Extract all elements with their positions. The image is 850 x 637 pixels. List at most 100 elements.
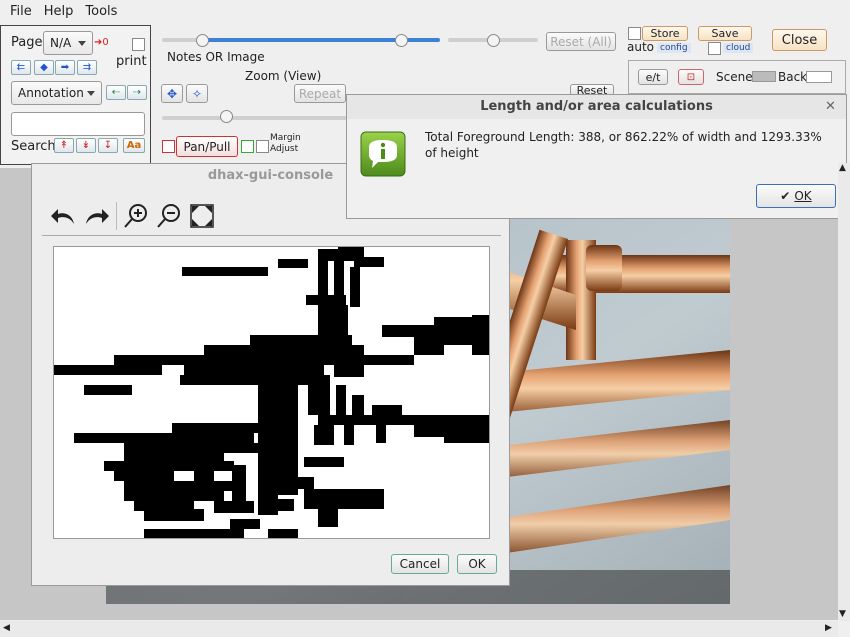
match-case-button[interactable]: Aa xyxy=(123,138,145,153)
redo-icon[interactable] xyxy=(82,204,110,230)
console-cancel-label: Cancel xyxy=(399,557,441,571)
double-right-arrow-icon: ⇉ xyxy=(82,62,92,73)
config-badge[interactable]: config xyxy=(657,43,691,53)
page-select[interactable]: N/A xyxy=(43,31,93,55)
adjust-label: Adjust xyxy=(270,144,299,154)
page-goto-indicator: ➜0 xyxy=(94,37,109,48)
undo-icon[interactable] xyxy=(50,204,78,230)
repeat-button[interactable]: Repeat xyxy=(294,84,346,103)
frame-button[interactable]: ⊡ xyxy=(678,69,704,85)
notes-or-image-label: Notes OR Image xyxy=(167,50,265,64)
next-page-button[interactable]: ➡ xyxy=(55,60,75,75)
right-arrow-icon: ➡ xyxy=(60,62,70,73)
console-cancel-button[interactable]: Cancel xyxy=(391,554,449,574)
close-icon[interactable]: ✕ xyxy=(825,99,836,114)
first-page-button[interactable]: ⇇ xyxy=(11,60,31,75)
scroll-left-icon[interactable]: ◀ xyxy=(3,623,10,633)
auto-label: auto xyxy=(627,40,655,54)
reset-all-button[interactable]: Reset (All) xyxy=(546,32,616,51)
et-button[interactable]: e/t xyxy=(638,69,668,85)
search-down-button[interactable]: ↡ xyxy=(76,138,96,153)
arrow-bottom-icon: ↧ xyxy=(103,140,113,151)
scroll-down-icon[interactable]: ▼ xyxy=(839,609,846,619)
close-button[interactable]: Close xyxy=(772,29,827,51)
length-ok-label: OK xyxy=(794,189,812,203)
search-input[interactable] xyxy=(11,112,145,136)
left-arrow-icon: ◆ xyxy=(40,62,48,73)
save-label: Save xyxy=(711,27,739,40)
cloud-badge[interactable]: cloud xyxy=(723,43,754,53)
notes-slider-handle-left[interactable] xyxy=(196,34,209,47)
horizontal-scrollbar[interactable]: ◀ ▶ xyxy=(0,621,838,637)
save-button[interactable]: Save xyxy=(698,26,752,41)
store-button[interactable]: Store xyxy=(642,26,688,41)
arrow-up-icon: ↟ xyxy=(59,140,69,151)
info-icon xyxy=(360,131,406,177)
pan-pull-checkbox[interactable] xyxy=(162,140,175,153)
margin-checkbox-a[interactable] xyxy=(241,140,254,153)
select-tool-button[interactable]: ✧ xyxy=(186,84,208,103)
arrow-left-icon: ⇠ xyxy=(111,87,121,98)
pan-pull-button[interactable]: Pan/Pull xyxy=(176,136,238,157)
length-dialog-message: Total Foreground Length: 388, or 862.22%… xyxy=(425,130,822,160)
search-up-button[interactable]: ↟ xyxy=(54,138,74,153)
double-left-arrow-icon: ⇇ xyxy=(16,62,26,73)
pan-pull-label: Pan/Pull xyxy=(183,139,231,154)
arrow-down-icon: ↡ xyxy=(81,140,91,151)
store-label: Store xyxy=(650,27,680,40)
back-swatch[interactable] xyxy=(806,71,832,83)
expand-button[interactable]: ⇢ xyxy=(127,85,147,100)
chevron-down-icon xyxy=(87,90,95,96)
menu-help[interactable]: Help xyxy=(44,4,74,19)
scroll-right-icon[interactable]: ▶ xyxy=(825,623,832,633)
repeat-label: Repeat xyxy=(298,86,342,101)
scene-swatch[interactable] xyxy=(752,71,776,82)
match-case-label: Aa xyxy=(126,140,142,151)
console-toolbar xyxy=(46,200,226,234)
back-label: Back xyxy=(778,70,808,84)
page-label: Page xyxy=(11,35,43,50)
print-label: print xyxy=(116,54,147,69)
search-last-button[interactable]: ↧ xyxy=(98,138,118,153)
last-page-button[interactable]: ⇉ xyxy=(77,60,97,75)
vertical-scrollbar[interactable]: ▲ ▼ xyxy=(838,163,850,621)
zoom-slider[interactable] xyxy=(162,116,352,120)
binary-mask-image xyxy=(54,247,489,538)
zoom-slider-handle[interactable] xyxy=(220,110,233,123)
move-tool-button[interactable]: ✥ xyxy=(161,84,183,103)
reset-all-label: Reset (All) xyxy=(550,34,612,49)
auto-checkbox[interactable] xyxy=(628,27,641,40)
zoom-view-label: Zoom (View) xyxy=(245,69,322,83)
prev-page-button[interactable]: ◆ xyxy=(34,60,54,75)
annotation-select-value: Annotation xyxy=(18,86,84,100)
page-select-value: N/A xyxy=(50,36,72,50)
binary-mask-canvas[interactable] xyxy=(53,246,490,539)
chevron-down-icon xyxy=(78,40,86,46)
zoom-in-icon[interactable] xyxy=(122,202,150,230)
print-checkbox[interactable] xyxy=(132,38,145,51)
fit-screen-icon[interactable] xyxy=(188,202,216,230)
scroll-up-icon[interactable]: ▲ xyxy=(839,163,846,173)
et-label: e/t xyxy=(645,70,661,84)
close-label: Close xyxy=(781,32,818,48)
move-icon: ✥ xyxy=(166,86,178,101)
menu-file[interactable]: File xyxy=(10,4,32,19)
console-ok-button[interactable]: OK xyxy=(457,554,497,574)
frame-icon: ⊡ xyxy=(686,71,696,83)
scene-label: Scene xyxy=(716,70,753,84)
cloud-checkbox[interactable] xyxy=(708,42,721,55)
margin-label: Margin xyxy=(270,133,301,143)
secondary-slider-handle[interactable] xyxy=(487,34,500,47)
length-area-dialog: Length and/or area calculations ✕ Total … xyxy=(346,94,847,219)
margin-checkbox-b[interactable] xyxy=(256,140,269,153)
menu-tools[interactable]: Tools xyxy=(85,4,117,19)
notes-slider-handle-right[interactable] xyxy=(395,34,408,47)
console-dialog: dhax-gui-console Cancel OK xyxy=(31,163,510,586)
zoom-out-icon[interactable] xyxy=(155,202,183,230)
check-icon: ✔ xyxy=(780,189,791,203)
arrow-right-icon: ⇢ xyxy=(132,87,142,98)
length-dialog-ok-button[interactable]: ✔ OK xyxy=(756,184,836,208)
collapse-button[interactable]: ⇠ xyxy=(106,85,126,100)
annotation-select[interactable]: Annotation xyxy=(11,81,102,105)
search-label: Search xyxy=(11,139,56,154)
